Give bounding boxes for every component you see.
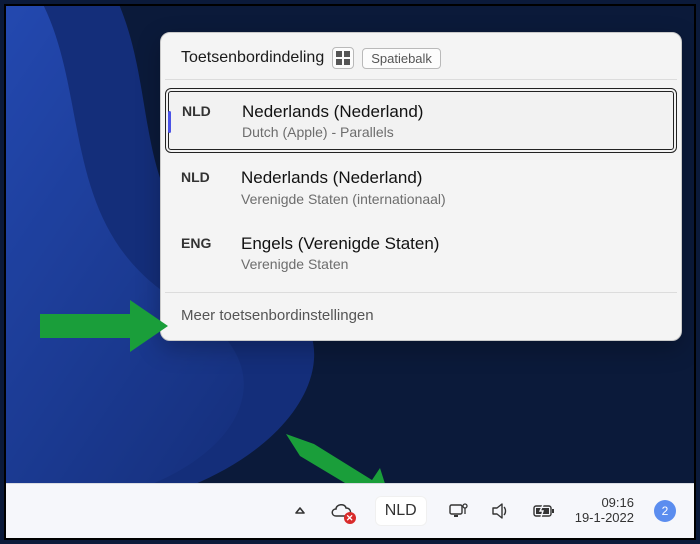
tray-overflow-button[interactable] — [285, 491, 315, 531]
layout-code: NLD — [182, 101, 242, 140]
error-badge-icon: ✕ — [344, 512, 356, 524]
battery-tray-icon[interactable] — [525, 491, 563, 531]
layout-list: NLD Nederlands (Nederland) Dutch (Apple)… — [161, 80, 681, 284]
spacebar-key-label: Spatiebalk — [362, 48, 441, 69]
layout-language: Nederlands (Nederland) — [242, 101, 660, 122]
keyboard-layout-flyout: Toetsenbordindeling Spatiebalk NLD Neder… — [160, 32, 682, 341]
language-indicator-button[interactable]: NLD — [367, 491, 435, 531]
layout-item-eng-us[interactable]: ENG Engels (Verenigde Staten) Verenigde … — [165, 221, 677, 284]
layout-item-nld-apple[interactable]: NLD Nederlands (Nederland) Dutch (Apple)… — [165, 88, 677, 153]
win-key-icon — [332, 47, 354, 69]
taskbar-clock[interactable]: 09:16 19-1-2022 — [569, 496, 640, 526]
notification-center-button[interactable]: 2 — [646, 491, 684, 531]
layout-sub: Dutch (Apple) - Parallels — [242, 124, 660, 140]
notification-count-badge: 2 — [654, 500, 676, 522]
flyout-header: Toetsenbordindeling Spatiebalk — [161, 33, 681, 79]
onedrive-tray-icon[interactable]: ✕ — [321, 491, 361, 531]
layout-language: Nederlands (Nederland) — [241, 167, 661, 188]
more-keyboard-settings-link[interactable]: Meer toetsenbordinstellingen — [161, 293, 681, 340]
clock-date: 19-1-2022 — [575, 511, 634, 526]
clock-time: 09:16 — [575, 496, 634, 511]
layout-language: Engels (Verenigde Staten) — [241, 233, 661, 254]
annotation-arrow-icon — [40, 296, 170, 356]
volume-tray-icon[interactable] — [483, 491, 519, 531]
layout-code: NLD — [181, 167, 241, 206]
layout-item-nld-usintl[interactable]: NLD Nederlands (Nederland) Verenigde Sta… — [165, 155, 677, 218]
layout-sub: Verenigde Staten (internationaal) — [241, 191, 661, 207]
flyout-title: Toetsenbordindeling — [181, 49, 324, 67]
taskbar: ✕ NLD 09:16 19-1-2022 2 — [6, 483, 694, 538]
layout-code: ENG — [181, 233, 241, 272]
network-tray-icon[interactable] — [441, 491, 477, 531]
language-indicator-label: NLD — [375, 496, 427, 526]
layout-sub: Verenigde Staten — [241, 256, 661, 272]
